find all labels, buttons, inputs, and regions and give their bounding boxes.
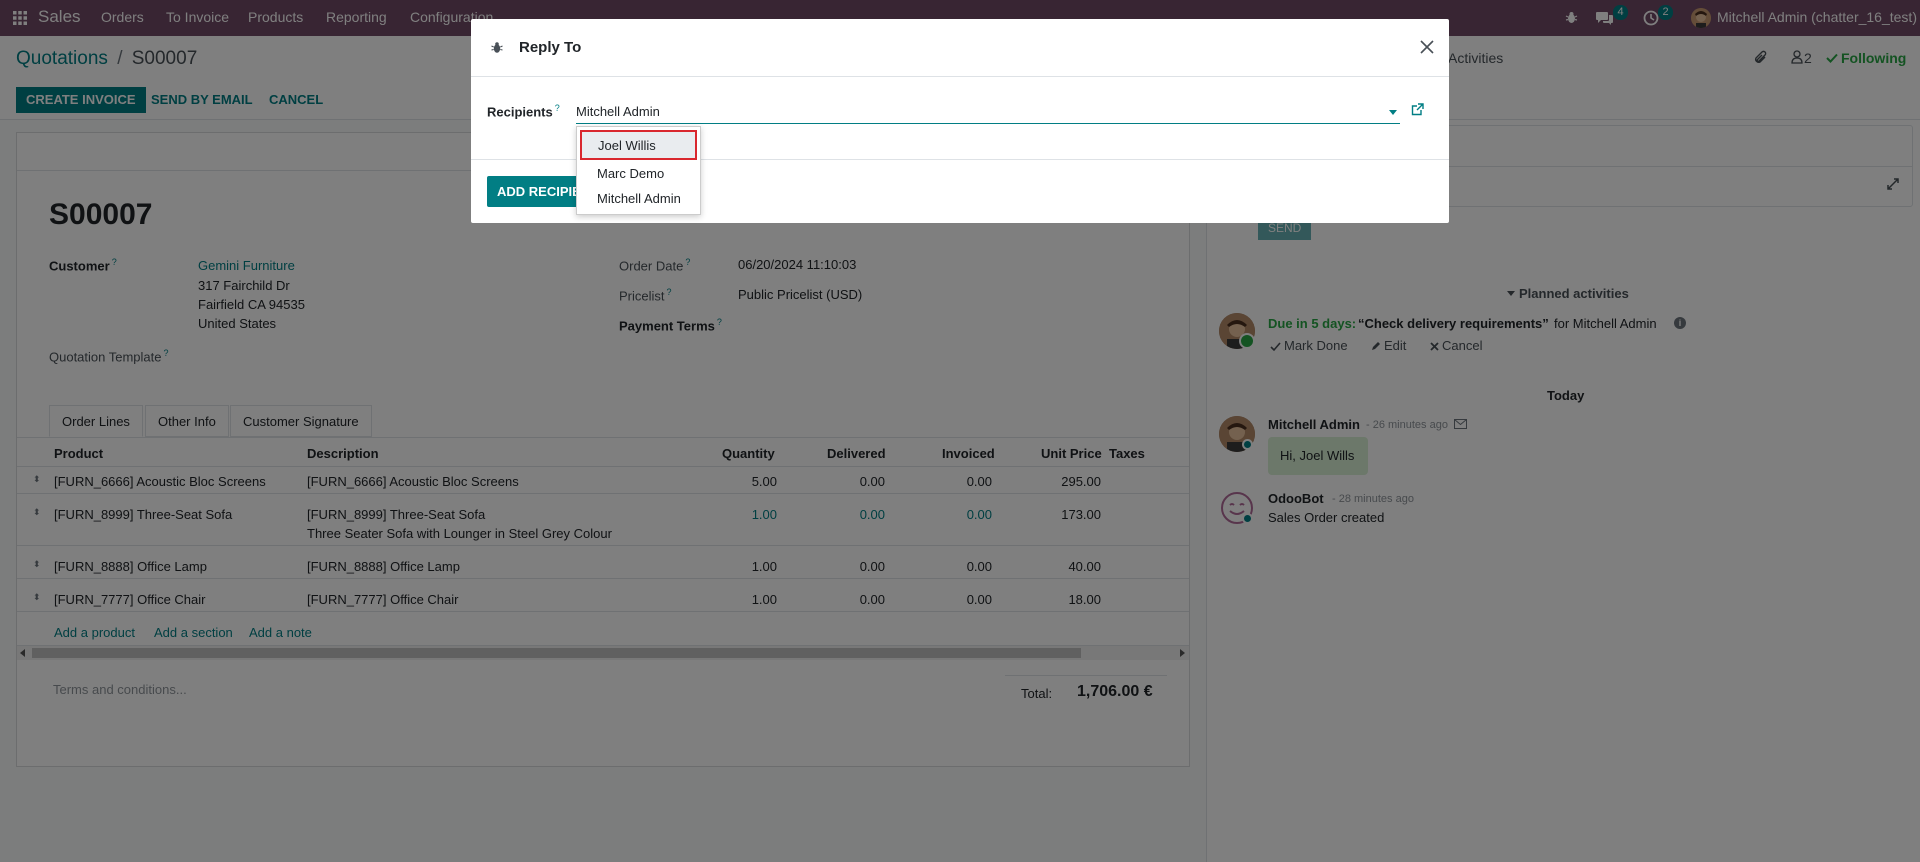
dialog-title: Reply To xyxy=(519,39,582,56)
dropdown-caret-icon[interactable] xyxy=(1389,110,1397,115)
dropdown-option-marc-demo[interactable]: Marc Demo xyxy=(577,162,700,186)
external-link-icon[interactable] xyxy=(1411,103,1424,116)
dropdown-option-joel-willis[interactable]: Joel Willis xyxy=(580,130,697,160)
recipients-autocomplete-dropdown: Joel Willis Marc Demo Mitchell Admin xyxy=(576,126,701,215)
recipients-value: Mitchell Admin xyxy=(576,104,660,119)
debug-bug-icon[interactable] xyxy=(491,41,503,54)
dialog-header: Reply To xyxy=(471,19,1449,77)
dropdown-option-mitchell-admin[interactable]: Mitchell Admin xyxy=(577,187,700,211)
close-icon[interactable] xyxy=(1420,40,1434,54)
recipients-label: Recipients? xyxy=(487,103,560,120)
recipients-input[interactable]: Mitchell Admin xyxy=(576,100,1400,124)
